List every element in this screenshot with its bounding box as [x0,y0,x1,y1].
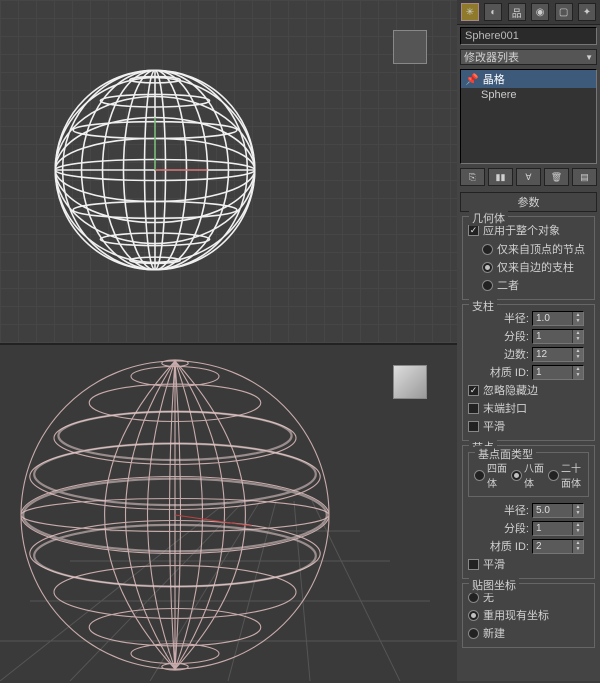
icosa-label: 二十面体 [561,460,583,490]
group-legend: 贴图坐标 [469,577,519,593]
stack-item-label: Sphere [481,89,516,101]
group-joints: 节点 基点面类型 四面体 八面体 二十面体 半径:5.0▲▼ 分段:1▲▼ 材质… [462,445,595,579]
tab-modify-icon[interactable]: ◐ [484,3,502,21]
map-reuse-label: 重用现有坐标 [483,607,549,623]
object-name-field[interactable]: Sphere001 [460,27,597,45]
stack-toolbar: ⎘ ▮▮ ∀ 🗑 ▤ [460,168,597,186]
command-panel: ✳ ◐ 品 ◉ ▢ ✦ Sphere001 修改器列表 ▼ 📌 晶格 Spher… [457,0,600,681]
group-geometry: 几何体 ✓ 应用于整个对象 仅来自顶点的节点 仅来自边的支柱 二者 [462,216,595,300]
tetra-label: 四面体 [487,460,509,490]
octa-label: 八面体 [524,460,546,490]
group-legend: 支柱 [469,298,497,314]
strut-sides-label: 边数: [484,346,529,362]
stack-item-label: 晶格 [483,71,505,87]
modifier-list-label: 修改器列表 [464,49,585,65]
icosa-radio[interactable] [548,470,559,481]
chevron-down-icon: ▼ [585,53,593,62]
make-unique-button[interactable]: ∀ [516,168,541,186]
joint-segments-spinner[interactable]: 1▲▼ [532,521,584,536]
map-reuse-radio[interactable] [468,610,479,621]
tab-utilities-icon[interactable]: ✦ [578,3,596,21]
pin-stack-button[interactable]: ⎘ [460,168,485,186]
group-legend: 几何体 [469,210,508,226]
hide-hidden-label: 忽略隐藏边 [483,382,538,398]
joint-mat-spinner[interactable]: 2▲▼ [532,539,584,554]
modifier-list-dropdown[interactable]: 修改器列表 ▼ [460,49,597,65]
stack-item-sphere[interactable]: Sphere [461,88,596,102]
strut-sides-spinner[interactable]: 12▲▼ [532,347,584,362]
viewport-perspective[interactable] [0,345,457,681]
strut-segments-spinner[interactable]: 1▲▼ [532,329,584,344]
group-base-type: 基点面类型 四面体 八面体 二十面体 [468,452,589,497]
from-vertex-label: 仅来自顶点的节点 [497,241,585,257]
joint-radius-spinner[interactable]: 5.0▲▼ [532,503,584,518]
map-none-radio[interactable] [468,592,479,603]
rollup-parameters-title[interactable]: 参数 [460,192,597,212]
both-radio[interactable] [482,280,493,291]
group-struts: 支柱 半径:1.0▲▼ 分段:1▲▼ 边数:12▲▼ 材质 ID:1▲▼ ✓忽略… [462,304,595,441]
modifier-stack[interactable]: 📌 晶格 Sphere [460,69,597,164]
cap-ends-checkbox[interactable] [468,403,479,414]
viewport-top[interactable] [0,0,457,345]
hide-hidden-checkbox[interactable]: ✓ [468,385,479,396]
strut-radius-spinner[interactable]: 1.0▲▼ [532,311,584,326]
tab-create-icon[interactable]: ✳ [461,3,479,21]
from-vertex-radio[interactable] [482,244,493,255]
show-end-result-button[interactable]: ▮▮ [488,168,513,186]
remove-modifier-button[interactable]: 🗑 [544,168,569,186]
stack-item-lattice[interactable]: 📌 晶格 [461,70,596,88]
tab-hierarchy-icon[interactable]: 品 [508,3,526,21]
map-new-label: 新建 [483,625,505,641]
strut-mat-label: 材质 ID: [484,364,529,380]
cap-ends-label: 末端封口 [483,400,527,416]
configure-sets-button[interactable]: ▤ [572,168,597,186]
both-label: 二者 [497,277,519,293]
view-cube-top[interactable] [393,30,427,64]
map-new-radio[interactable] [468,628,479,639]
from-edge-label: 仅来自边的支柱 [497,259,574,275]
sphere-object-perspective[interactable] [10,350,340,683]
tab-motion-icon[interactable]: ◉ [531,3,549,21]
joint-segments-label: 分段: [484,520,529,536]
strut-segments-label: 分段: [484,328,529,344]
tetra-radio[interactable] [474,470,485,481]
group-legend: 基点面类型 [475,446,536,462]
strut-mat-spinner[interactable]: 1▲▼ [532,365,584,380]
joint-radius-label: 半径: [484,502,529,518]
command-panel-tabs: ✳ ◐ 品 ◉ ▢ ✦ [457,0,600,25]
pin-icon: 📌 [465,73,479,86]
strut-smooth-checkbox[interactable] [468,421,479,432]
viewport-area [0,0,457,681]
apply-whole-checkbox[interactable]: ✓ [468,225,479,236]
from-edge-radio[interactable] [482,262,493,273]
group-mapping: 贴图坐标 无 重用现有坐标 新建 [462,583,595,648]
octa-radio[interactable] [511,470,522,481]
sphere-object-top[interactable] [50,65,260,275]
joint-smooth-label: 平滑 [483,556,505,572]
joint-smooth-checkbox[interactable] [468,559,479,570]
view-cube-perspective[interactable] [393,365,427,399]
tab-display-icon[interactable]: ▢ [555,3,573,21]
strut-smooth-label: 平滑 [483,418,505,434]
joint-mat-label: 材质 ID: [484,538,529,554]
